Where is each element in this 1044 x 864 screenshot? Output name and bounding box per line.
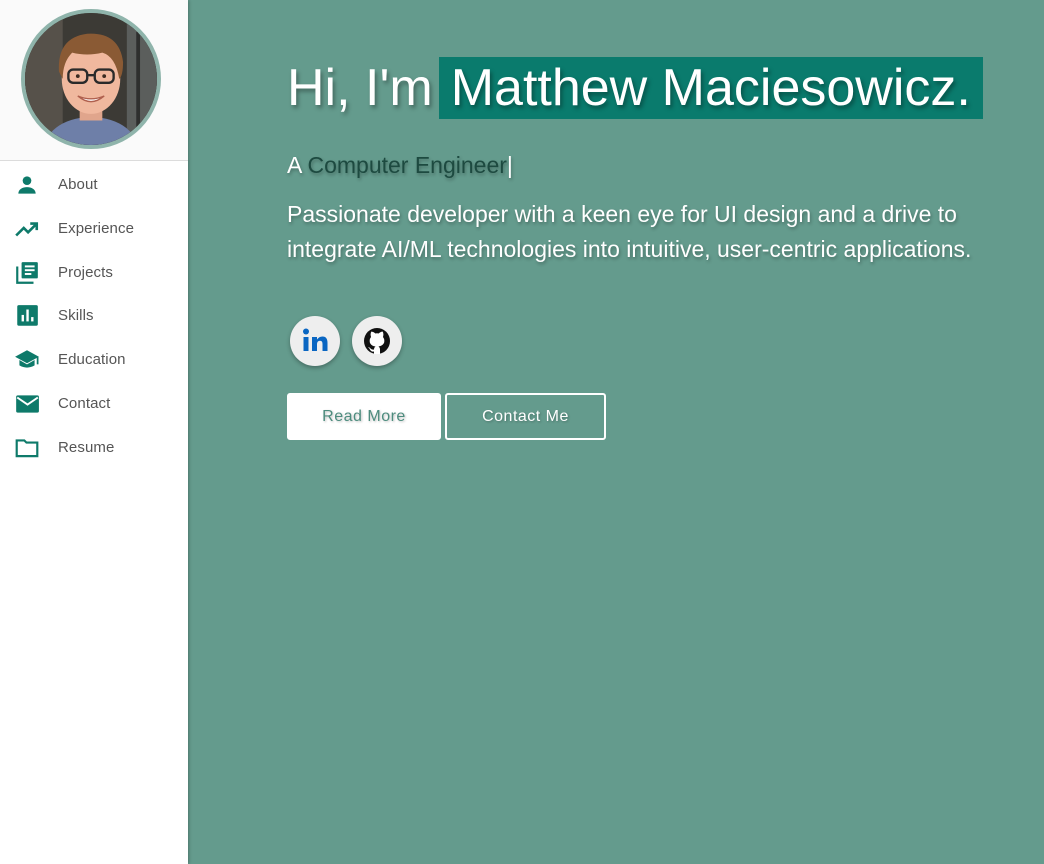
role-prefix: A bbox=[287, 152, 302, 178]
tagline: Passionate developer with a keen eye for… bbox=[287, 201, 972, 262]
sidebar-item-skills[interactable]: Skills bbox=[0, 295, 188, 335]
graduation-cap-icon bbox=[14, 347, 40, 373]
profile-header bbox=[0, 0, 188, 161]
sidebar-item-about[interactable]: About bbox=[0, 164, 188, 204]
sidebar-item-resume[interactable]: Resume bbox=[0, 427, 188, 467]
sidebar-item-projects[interactable]: Projects bbox=[0, 252, 188, 292]
greeting-prefix: Hi, I'm bbox=[287, 59, 433, 117]
read-more-button[interactable]: Read More bbox=[287, 393, 441, 440]
profile-photo bbox=[25, 13, 157, 145]
sidebar-item-education[interactable]: Education bbox=[0, 339, 188, 379]
folder-icon bbox=[14, 435, 40, 461]
sidebar-item-label: Education bbox=[58, 351, 126, 368]
mail-icon bbox=[14, 391, 40, 417]
role-line: A Computer Engineer| bbox=[287, 152, 513, 179]
role-text: Computer Engineer bbox=[307, 152, 507, 178]
hero-name: Matthew Maciesowicz. bbox=[438, 57, 983, 119]
person-icon bbox=[14, 172, 40, 198]
github-icon bbox=[364, 328, 390, 354]
trending-up-icon bbox=[14, 216, 40, 242]
sidebar-item-label: About bbox=[58, 176, 98, 193]
bar-chart-icon bbox=[14, 303, 40, 329]
hero-heading: Hi, I'm Matthew Maciesowicz. bbox=[287, 57, 983, 119]
sidebar-item-label: Projects bbox=[58, 264, 113, 281]
avatar bbox=[21, 9, 161, 149]
library-books-icon bbox=[14, 260, 40, 286]
sidebar-item-label: Resume bbox=[58, 439, 115, 456]
github-link[interactable] bbox=[352, 316, 402, 366]
linkedin-link[interactable] bbox=[290, 316, 340, 366]
sidebar-item-label: Experience bbox=[58, 220, 135, 237]
sidebar-item-contact[interactable]: Contact bbox=[0, 383, 188, 423]
sidebar-item-label: Skills bbox=[58, 307, 94, 324]
sidebar-item-label: Contact bbox=[58, 395, 111, 412]
contact-me-button[interactable]: Contact Me bbox=[445, 393, 606, 440]
typing-cursor: | bbox=[506, 152, 513, 178]
sidebar-item-experience[interactable]: Experience bbox=[0, 208, 188, 248]
sidebar: About Experience Projects Skills Educati… bbox=[0, 0, 188, 864]
linkedin-icon bbox=[303, 328, 328, 351]
